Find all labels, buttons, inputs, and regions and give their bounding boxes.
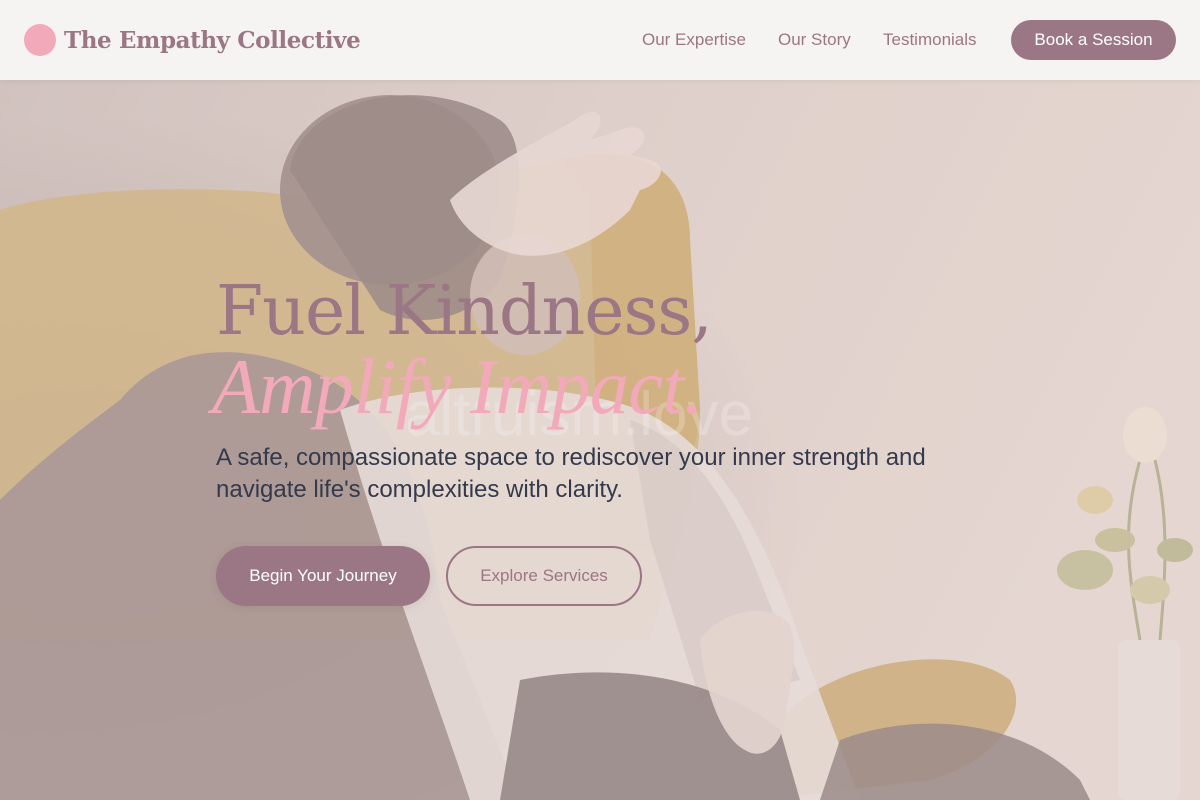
brand-logo-dot[interactable] <box>24 24 56 56</box>
explore-services-button[interactable]: Explore Services <box>446 546 642 606</box>
hero-subtitle: A safe, compassionate space to rediscove… <box>216 444 926 503</box>
hero-section: altruism.love Fuel Kindness, Amplify Imp… <box>0 80 1200 800</box>
nav-our-story[interactable]: Our Story <box>778 29 851 51</box>
nav-our-expertise[interactable]: Our Expertise <box>642 29 746 51</box>
book-session-button[interactable]: Book a Session <box>1011 20 1176 60</box>
begin-journey-button[interactable]: Begin Your Journey <box>216 546 430 606</box>
site-header: The Empathy Collective Our Expertise Our… <box>0 0 1200 80</box>
nav-testimonials[interactable]: Testimonials <box>883 29 977 51</box>
brand-name[interactable]: The Empathy Collective <box>64 24 361 58</box>
hero-headline-line2: Amplify Impact. <box>212 343 703 430</box>
